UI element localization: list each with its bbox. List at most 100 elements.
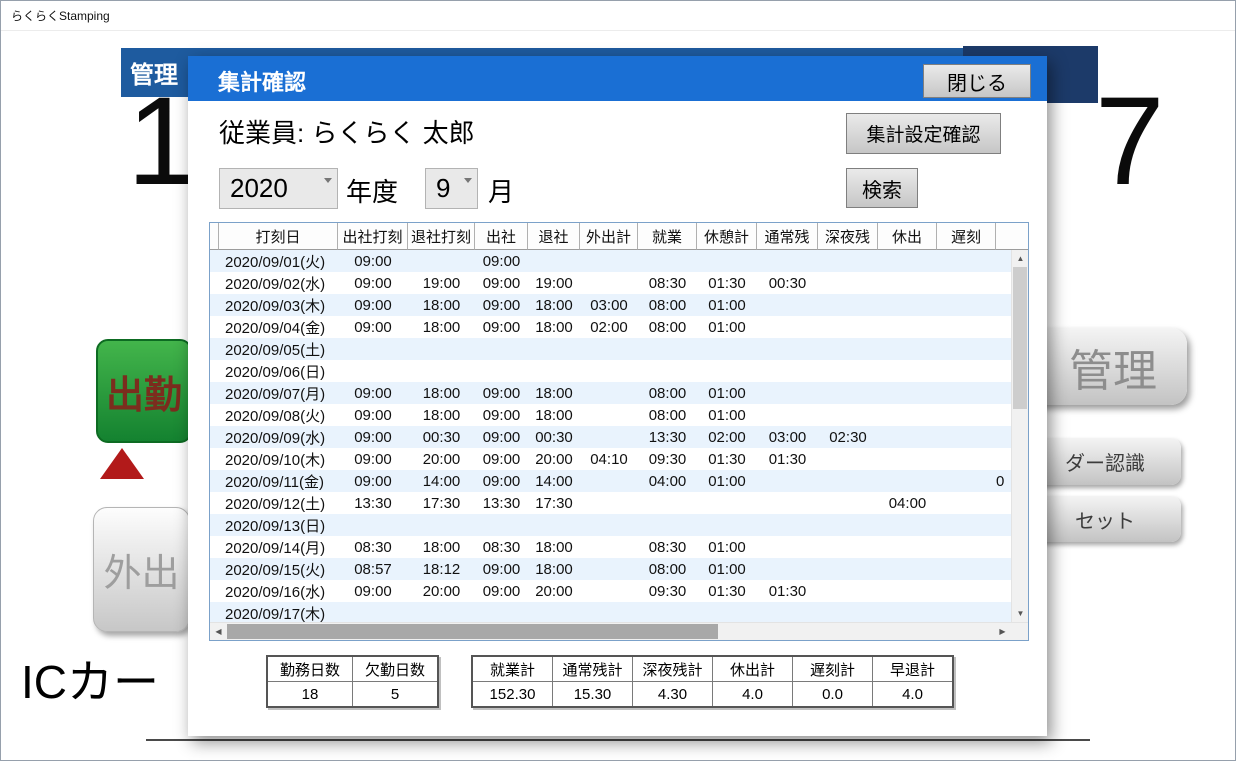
column-header[interactable]: 休出 xyxy=(878,223,937,250)
value-cell xyxy=(878,272,937,294)
overflow-cell xyxy=(996,514,1011,536)
value-cell: 00:30 xyxy=(408,426,475,448)
value-cell xyxy=(878,514,937,536)
column-header[interactable]: 外出計 xyxy=(580,223,638,250)
table-row[interactable]: 2020/09/04(金)09:0018:0009:0018:0002:0008… xyxy=(210,316,1011,338)
scroll-up-icon[interactable]: ▲ xyxy=(1012,250,1028,267)
column-header[interactable]: 退社 xyxy=(528,223,580,250)
scroll-down-icon[interactable]: ▼ xyxy=(1012,605,1028,622)
value-cell: 01:30 xyxy=(697,272,757,294)
table-row[interactable]: 2020/09/02(水)09:0019:0009:0019:0008:3001… xyxy=(210,272,1011,294)
value-cell xyxy=(878,360,937,382)
table-row[interactable]: 2020/09/09(水)09:0000:3009:0000:3013:3002… xyxy=(210,426,1011,448)
overflow-cell xyxy=(996,580,1011,602)
value-cell: 08:00 xyxy=(638,294,697,316)
table-row[interactable]: 2020/09/13(日) xyxy=(210,514,1011,536)
vscroll-track[interactable] xyxy=(1012,267,1028,605)
table-row[interactable]: 2020/09/17(木) xyxy=(210,602,1011,622)
overflow-cell: 0 xyxy=(996,470,1011,492)
dialog-titlebar[interactable]: 集計確認 閉じる xyxy=(188,56,1047,101)
hscroll-thumb[interactable] xyxy=(227,624,718,639)
value-cell xyxy=(878,580,937,602)
value-cell xyxy=(580,360,638,382)
value-cell xyxy=(338,514,408,536)
value-cell xyxy=(757,536,818,558)
table-row[interactable]: 2020/09/15(火)08:5718:1209:0018:0008:0001… xyxy=(210,558,1011,580)
scroll-left-icon[interactable]: ◀ xyxy=(210,623,227,640)
value-cell xyxy=(937,470,996,492)
value-cell: 01:30 xyxy=(757,448,818,470)
table-row[interactable]: 2020/09/03(木)09:0018:0009:0018:0003:0008… xyxy=(210,294,1011,316)
value-cell: 09:00 xyxy=(475,426,528,448)
pointer-triangle-icon xyxy=(100,448,144,479)
search-button[interactable]: 検索 xyxy=(846,168,918,208)
vertical-scrollbar[interactable]: ▲ ▼ xyxy=(1011,250,1028,622)
column-header[interactable]: 出社打刻 xyxy=(338,223,408,250)
table-row[interactable]: 2020/09/07(月)09:0018:0009:0018:0008:0001… xyxy=(210,382,1011,404)
value-cell xyxy=(528,360,580,382)
value-cell: 20:00 xyxy=(408,448,475,470)
value-cell xyxy=(757,602,818,622)
date-cell: 2020/09/02(水) xyxy=(219,272,338,294)
value-cell: 08:00 xyxy=(638,382,697,404)
value-cell xyxy=(818,316,878,338)
table-row[interactable]: 2020/09/11(金)09:0014:0009:0014:0004:0001… xyxy=(210,470,1011,492)
value-cell xyxy=(580,602,638,622)
table-row[interactable]: 2020/09/12(土)13:3017:3013:3017:3004:00 xyxy=(210,492,1011,514)
table-row[interactable]: 2020/09/14(月)08:3018:0008:3018:0008:3001… xyxy=(210,536,1011,558)
value-cell xyxy=(818,250,878,272)
value-cell: 09:00 xyxy=(338,404,408,426)
value-cell xyxy=(818,492,878,514)
table-row[interactable]: 2020/09/10(木)09:0020:0009:0020:0004:1009… xyxy=(210,448,1011,470)
value-cell xyxy=(937,272,996,294)
overflow-cell xyxy=(996,338,1011,360)
clock-in-label: 出勤 xyxy=(106,364,182,419)
vscroll-thumb[interactable] xyxy=(1013,267,1027,409)
column-header[interactable]: 就業 xyxy=(638,223,697,250)
search-button-label: 検索 xyxy=(862,174,902,203)
column-header[interactable]: 出社 xyxy=(475,223,528,250)
value-cell xyxy=(818,294,878,316)
value-cell xyxy=(757,404,818,426)
value-cell: 18:00 xyxy=(408,294,475,316)
value-cell: 14:00 xyxy=(528,470,580,492)
column-header[interactable]: 打刻日 xyxy=(219,223,338,250)
value-cell xyxy=(408,602,475,622)
summary-value-row: 152.3015.304.304.00.04.0 xyxy=(472,682,953,708)
scroll-right-icon[interactable]: ▶ xyxy=(994,623,1011,640)
clock-in-button[interactable]: 出勤 xyxy=(96,339,192,443)
column-header[interactable]: 深夜残 xyxy=(818,223,878,250)
value-cell xyxy=(937,536,996,558)
hscroll-track[interactable] xyxy=(227,623,994,640)
window-titlebar[interactable]: らくらくStamping xyxy=(1,1,1235,31)
value-cell xyxy=(580,404,638,426)
year-select[interactable]: 2020 xyxy=(219,168,338,209)
column-header[interactable]: 退社打刻 xyxy=(408,223,475,250)
close-button[interactable]: 閉じる xyxy=(923,64,1031,98)
value-cell xyxy=(757,382,818,404)
column-header[interactable]: 休憩計 xyxy=(697,223,757,250)
row-header-cell xyxy=(210,338,219,360)
row-header-stub xyxy=(210,223,219,250)
table-row[interactable]: 2020/09/06(日) xyxy=(210,360,1011,382)
month-select[interactable]: 9 xyxy=(425,168,478,209)
value-cell xyxy=(818,602,878,622)
table-row[interactable]: 2020/09/08(火)09:0018:0009:0018:0008:0001… xyxy=(210,404,1011,426)
column-header[interactable]: 通常残 xyxy=(757,223,818,250)
value-cell: 01:00 xyxy=(697,470,757,492)
table-row[interactable]: 2020/09/16(水)09:0020:0009:0020:0009:3001… xyxy=(210,580,1011,602)
date-cell: 2020/09/07(月) xyxy=(219,382,338,404)
go-out-button[interactable]: 外出 xyxy=(93,507,190,632)
value-cell: 09:00 xyxy=(475,470,528,492)
table-row[interactable]: 2020/09/05(土) xyxy=(210,338,1011,360)
aggregation-settings-button[interactable]: 集計設定確認 xyxy=(846,113,1001,154)
column-header[interactable]: 遅刻 xyxy=(937,223,996,250)
table-row[interactable]: 2020/09/01(火)09:0009:00 xyxy=(210,250,1011,272)
horizontal-scrollbar[interactable]: ◀ ▶ xyxy=(210,623,1011,640)
grid-body[interactable]: 2020/09/01(火)09:0009:002020/09/02(水)09:0… xyxy=(210,250,1011,622)
value-cell: 17:30 xyxy=(408,492,475,514)
row-header-cell xyxy=(210,294,219,316)
value-cell xyxy=(818,338,878,360)
value-cell xyxy=(878,470,937,492)
value-cell: 08:00 xyxy=(638,558,697,580)
